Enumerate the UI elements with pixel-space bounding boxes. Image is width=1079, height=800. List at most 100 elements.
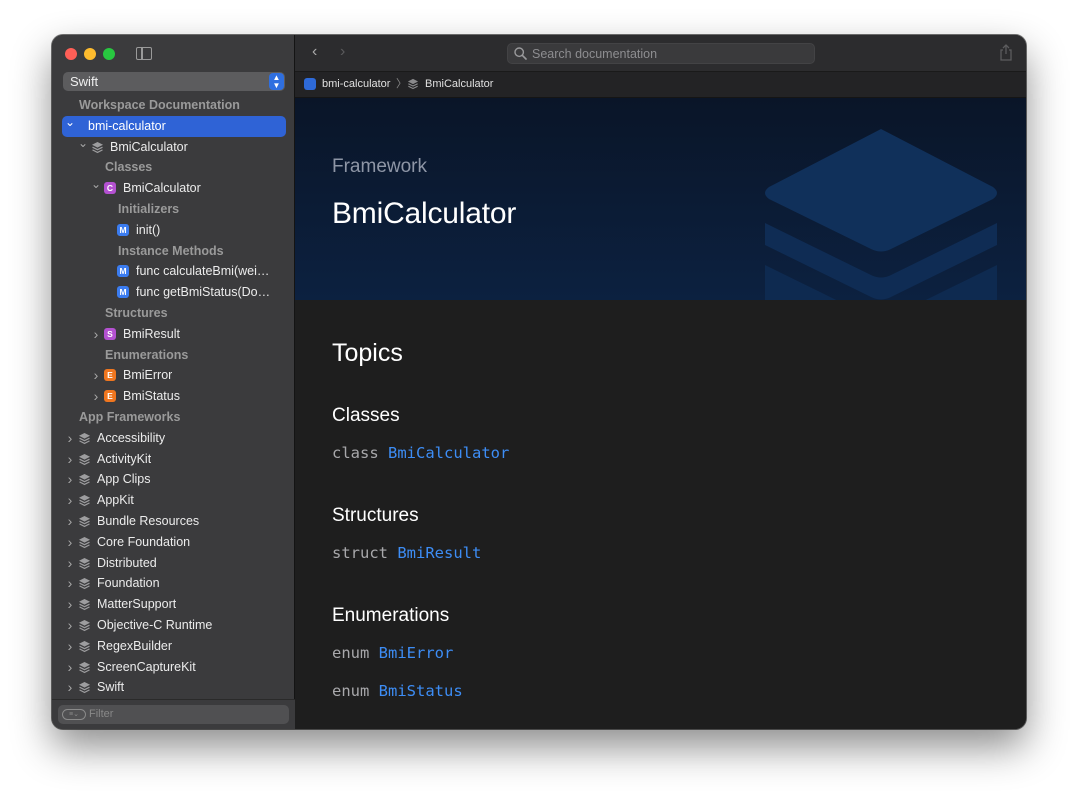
- topics-heading: Topics: [332, 339, 403, 367]
- chevron-up-down-icon: ▲ ▼: [269, 73, 284, 90]
- class-badge-icon: C: [104, 182, 116, 195]
- chevron-right-icon[interactable]: ›: [65, 532, 75, 553]
- chevron-right-icon[interactable]: ›: [65, 553, 75, 574]
- sidebar-item-label: func getBmiStatus(Do…: [136, 285, 271, 300]
- sidebar-item-label: Foundation: [97, 576, 160, 591]
- chevron-right-icon[interactable]: ›: [65, 469, 75, 490]
- search-field[interactable]: [507, 43, 815, 64]
- sidebar-item-label: RegexBuilder: [97, 638, 173, 653]
- framework-stack-artwork-icon: [765, 129, 997, 300]
- stack-layers-icon: [92, 141, 103, 153]
- chevron-right-icon[interactable]: ›: [65, 511, 75, 532]
- enum-badge-icon: E: [104, 369, 116, 382]
- sidebar-item-label: bmi-calculator: [88, 118, 166, 133]
- minimize-window-button[interactable]: [84, 48, 96, 60]
- search-input[interactable]: [532, 44, 802, 63]
- sidebar-tree-item[interactable]: › MatterSupport: [52, 594, 295, 615]
- sidebar-section-header: Structures: [52, 303, 295, 324]
- sidebar-tree-item[interactable]: Mfunc getBmiStatus(Do…: [52, 282, 295, 303]
- breadcrumb-current[interactable]: BmiCalculator: [425, 72, 493, 97]
- sidebar-tree-item[interactable]: › Bundle Resources: [52, 511, 295, 532]
- sidebar-item-label: ActivityKit: [97, 451, 152, 466]
- chevron-right-icon[interactable]: ›: [65, 449, 75, 470]
- language-selector[interactable]: Swift ▲ ▼: [63, 72, 285, 91]
- declaration-enum-bmierror: enum BmiError: [332, 644, 453, 662]
- stack-layers-icon: [79, 453, 90, 465]
- sidebar-item-label: init(): [136, 222, 161, 237]
- stack-layers-icon: [79, 557, 90, 569]
- declaration-struct-bmiresult: struct BmiResult: [332, 544, 481, 562]
- sidebar-toggle-icon[interactable]: [136, 47, 152, 60]
- sidebar-tree-item[interactable]: Minit(): [52, 220, 295, 241]
- sidebar-tree-item[interactable]: › RegexBuilder: [52, 636, 295, 657]
- sidebar-tree-item[interactable]: › E BmiError: [52, 365, 295, 386]
- breadcrumb-project[interactable]: bmi-calculator: [322, 72, 390, 97]
- sidebar-item-label: BmiStatus: [123, 389, 180, 404]
- chevron-right-icon[interactable]: ›: [65, 677, 75, 698]
- share-icon[interactable]: [999, 44, 1013, 61]
- sidebar-tree-item[interactable]: › S BmiResult: [52, 324, 295, 345]
- sidebar-tree-item[interactable]: › ScreenCaptureKit: [52, 657, 295, 678]
- breadcrumb: bmi-calculator 〉 BmiCalculator: [295, 72, 1026, 98]
- symbol-link-bmierror[interactable]: BmiError: [379, 644, 454, 662]
- chevron-right-icon[interactable]: ›: [91, 386, 101, 407]
- back-button[interactable]: ‹: [312, 43, 317, 61]
- close-window-button[interactable]: [65, 48, 77, 60]
- struct-badge-icon: S: [104, 327, 116, 340]
- symbol-link-bmistatus[interactable]: BmiStatus: [379, 682, 463, 700]
- sidebar-item-label: MatterSupport: [97, 597, 177, 612]
- chevron-down-icon[interactable]: ⌄: [91, 174, 101, 195]
- sidebar-item-label: Core Foundation: [97, 534, 191, 549]
- chevron-right-icon[interactable]: ›: [91, 324, 101, 345]
- stack-layers-icon: [79, 661, 90, 673]
- chevron-right-icon[interactable]: ›: [65, 594, 75, 615]
- sidebar-item-label: Accessibility: [97, 430, 166, 445]
- chevron-right-icon[interactable]: ›: [65, 573, 75, 594]
- sidebar-tree-item[interactable]: › Swift: [52, 677, 295, 698]
- sidebar-tree-item[interactable]: › ActivityKit: [52, 449, 295, 470]
- chevron-right-icon[interactable]: ›: [91, 365, 101, 386]
- stack-layers-icon: [79, 495, 90, 507]
- sidebar-tree-item[interactable]: › Distributed: [52, 553, 295, 574]
- declaration-keyword: enum: [332, 644, 370, 662]
- zoom-window-button[interactable]: [103, 48, 115, 60]
- forward-button[interactable]: ›: [340, 43, 345, 61]
- stack-layers-icon: [79, 474, 90, 486]
- breadcrumb-separator-icon: 〉: [396, 78, 407, 90]
- filter-options-icon[interactable]: ≡⌄: [62, 709, 86, 720]
- navigator-tree: Workspace Documentation ⌄ bmi-calculator ⌄ B…: [52, 95, 295, 698]
- sidebar-tree-item[interactable]: › Core Foundation: [52, 532, 295, 553]
- sidebar-item-label: Structures: [105, 305, 168, 320]
- sidebar-item-label: Bundle Resources: [97, 513, 200, 528]
- sidebar-tree-item[interactable]: › Foundation: [52, 573, 295, 594]
- sidebar-tree-item[interactable]: › AppKit: [52, 490, 295, 511]
- sidebar-item-label: BmiCalculator: [110, 139, 188, 154]
- chevron-down-icon[interactable]: ⌄: [65, 112, 75, 133]
- sidebar-section-header: Instance Methods: [52, 241, 295, 262]
- sidebar-section-header: Enumerations: [52, 345, 295, 366]
- chevron-right-icon[interactable]: ›: [65, 428, 75, 449]
- sidebar-tree-item[interactable]: ⌄ C BmiCalculator: [52, 177, 295, 199]
- chevron-right-icon[interactable]: ›: [65, 490, 75, 511]
- declaration-class-bmicalculator: class BmiCalculator: [332, 444, 509, 462]
- sidebar-item-label: AppKit: [97, 493, 134, 508]
- chevron-right-icon[interactable]: ›: [65, 636, 75, 657]
- sidebar-tree-item[interactable]: Mfunc calculateBmi(wei…: [52, 261, 295, 282]
- filter-field[interactable]: ≡⌄ Filter: [58, 705, 289, 724]
- sidebar-tree-item[interactable]: › App Clips: [52, 469, 295, 490]
- sidebar-tree-item[interactable]: › Objective-C Runtime: [52, 615, 295, 636]
- chevron-right-icon[interactable]: ›: [65, 657, 75, 678]
- sidebar-section-header: Classes: [52, 157, 295, 178]
- symbol-link-bmiresult[interactable]: BmiResult: [397, 544, 481, 562]
- sidebar-tree-item[interactable]: › Accessibility: [52, 428, 295, 449]
- enum-badge-icon: E: [104, 390, 116, 403]
- declaration-enum-bmistatus: enum BmiStatus: [332, 682, 463, 700]
- sidebar-section-header: Workspace Documentation: [52, 95, 295, 116]
- symbol-link-bmicalculator[interactable]: BmiCalculator: [388, 444, 509, 462]
- stack-layers-icon: [79, 432, 90, 444]
- chevron-right-icon[interactable]: ›: [65, 615, 75, 636]
- sidebar-tree-item[interactable]: ⌄ bmi-calculator: [52, 115, 295, 137]
- sidebar-tree-item[interactable]: › E BmiStatus: [52, 386, 295, 407]
- chevron-down-icon[interactable]: ⌄: [78, 133, 88, 154]
- sidebar-tree-item[interactable]: ⌄ BmiCalculator: [52, 136, 295, 158]
